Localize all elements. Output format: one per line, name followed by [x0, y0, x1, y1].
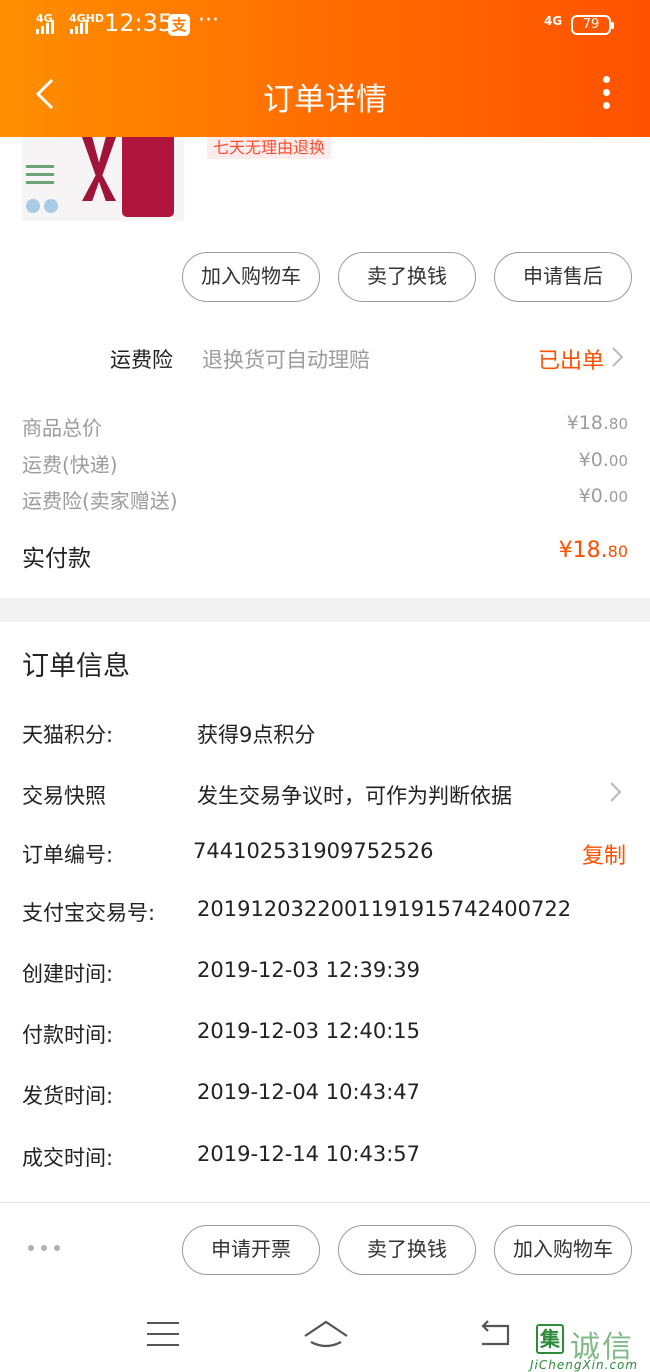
- resell-button[interactable]: 卖了换钱: [338, 252, 476, 302]
- network-label: 4G: [544, 14, 563, 28]
- subtotal-value: ¥18.80: [566, 412, 628, 434]
- total-paid-value: ¥18.80: [558, 538, 628, 563]
- more-options-button[interactable]: [592, 76, 620, 116]
- shipped-time-label: 发货时间:: [22, 1084, 114, 1108]
- paid-time-label: 付款时间:: [22, 1023, 114, 1047]
- apron-back-graphic: [82, 137, 116, 201]
- points-label: 天猫积分:: [22, 723, 114, 747]
- insurance-fee-label: 运费险(卖家赠送): [22, 489, 178, 513]
- snapshot-label: 交易快照: [22, 784, 106, 808]
- subtotal-label: 商品总价: [22, 416, 102, 440]
- created-time-value: 2019-12-03 12:39:39: [197, 958, 421, 982]
- after-sales-button[interactable]: 申请售后: [494, 252, 632, 302]
- apron-front-graphic: [122, 137, 174, 217]
- shipping-fee-value: ¥0.00: [578, 449, 628, 471]
- created-time-label: 创建时间:: [22, 962, 114, 986]
- shipping-fee-label: 运费(快递): [22, 453, 118, 477]
- watermark-logo: 集 诚信 JiChengXin.com: [530, 1322, 648, 1372]
- battery-level: 79: [582, 17, 600, 32]
- order-number-value: 744102531909752526: [193, 839, 434, 863]
- chevron-right-icon: [610, 782, 622, 802]
- insurance-label: 运费险: [110, 348, 173, 372]
- snapshot-value: 发生交易争议时，可作为判断依据: [197, 784, 512, 808]
- app-header: 4G 4GHD 12:35 支 ··· 4G 79 订单详情: [0, 0, 650, 137]
- product-image[interactable]: [22, 137, 184, 221]
- page-title: 订单详情: [263, 82, 387, 118]
- insurance-description: 退换货可自动理赔: [202, 348, 370, 372]
- menu-icon[interactable]: [147, 1322, 179, 1346]
- home-icon[interactable]: [303, 1318, 349, 1350]
- total-paid-label: 实付款: [22, 546, 91, 572]
- alipay-trade-value: 2019120322001191915742400722: [197, 897, 572, 921]
- vertical-dots-icon: [592, 76, 620, 109]
- section-divider: [0, 598, 650, 622]
- return-policy-tag: 七天无理由退换: [207, 137, 332, 159]
- cert-badges: [26, 199, 58, 213]
- battery-icon: 79: [571, 15, 614, 35]
- request-invoice-button[interactable]: 申请开票: [182, 1225, 320, 1275]
- watermark-box: 集: [536, 1324, 564, 1354]
- points-value: 获得9点积分: [197, 723, 316, 747]
- shipped-time-value: 2019-12-04 10:43:47: [197, 1080, 421, 1104]
- more-actions-icon[interactable]: [28, 1245, 60, 1253]
- order-number-label: 订单编号:: [22, 843, 114, 867]
- promo-text-graphic: [26, 165, 54, 199]
- status-bar: 4G 4GHD 12:35 支 ··· 4G 79: [0, 0, 650, 52]
- resell-button[interactable]: 卖了换钱: [338, 1225, 476, 1275]
- completed-time-value: 2019-12-14 10:43:57: [197, 1142, 421, 1166]
- chevron-right-icon: [612, 347, 624, 367]
- completed-time-label: 成交时间:: [22, 1146, 114, 1170]
- copy-button[interactable]: 复制: [582, 838, 626, 870]
- insurance-fee-value: ¥0.00: [578, 485, 628, 507]
- paid-time-value: 2019-12-03 12:40:15: [197, 1019, 421, 1043]
- signal-icon: [36, 20, 54, 34]
- alipay-icon: 支: [168, 14, 190, 36]
- back-nav-icon[interactable]: [478, 1318, 514, 1348]
- signal-icon: [70, 20, 88, 34]
- bottom-bar-divider: [0, 1202, 650, 1203]
- order-info-title: 订单信息: [22, 651, 130, 682]
- watermark-url: JiChengXin.com: [530, 1358, 639, 1372]
- alipay-trade-label: 支付宝交易号:: [22, 901, 156, 925]
- status-clock: 12:35: [104, 9, 174, 37]
- add-to-cart-button[interactable]: 加入购物车: [494, 1225, 632, 1275]
- insurance-status: 已出单: [538, 349, 605, 374]
- add-to-cart-button[interactable]: 加入购物车: [182, 252, 320, 302]
- more-notifications-icon: ···: [198, 8, 219, 33]
